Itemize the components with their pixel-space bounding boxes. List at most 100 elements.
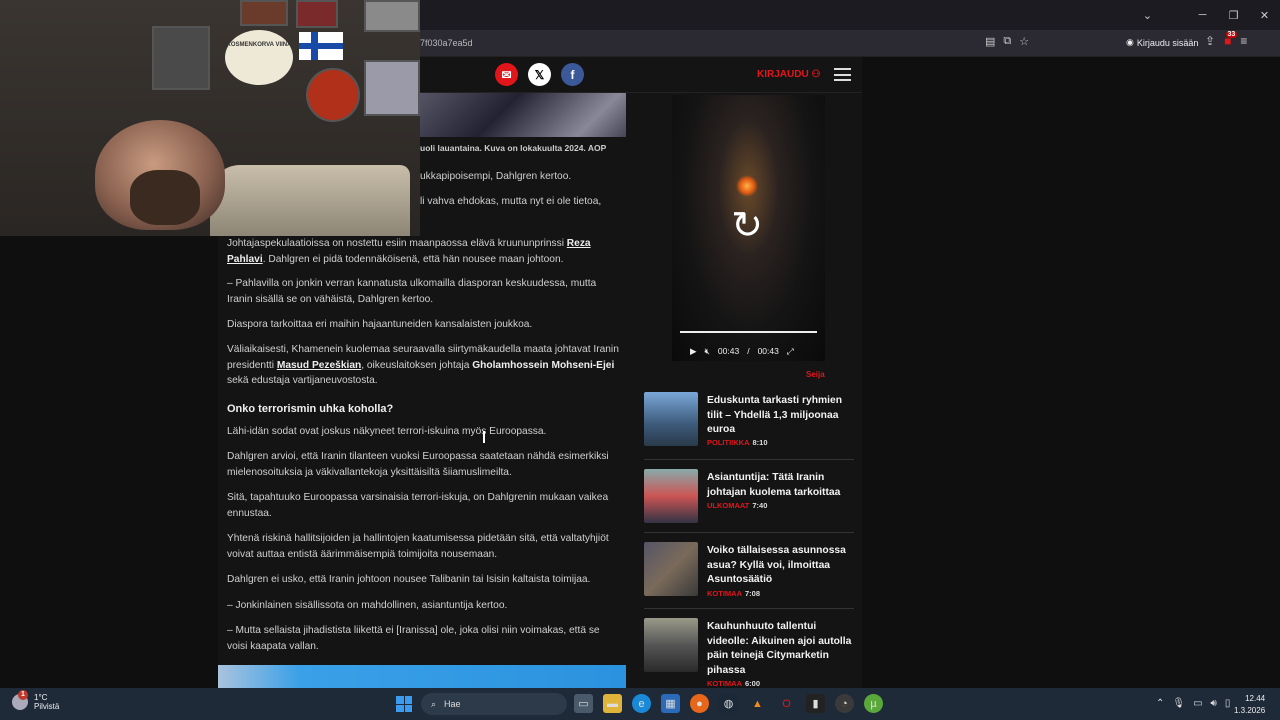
- share-x-button[interactable]: 𝕏: [528, 63, 551, 86]
- weather-badge: 1: [18, 690, 28, 700]
- paragraph-partial: ukkapipoisempi, Dahlgren kertoo.: [420, 171, 572, 182]
- store-icon[interactable]: ▦: [661, 694, 680, 713]
- webcam-overlay: KOSMENKORVA VIINA: [0, 0, 420, 236]
- news-thumbnail: [644, 618, 698, 672]
- terminal-icon[interactable]: ▮: [806, 694, 825, 713]
- divider: [644, 608, 854, 609]
- clock-time: 12.44: [1245, 694, 1266, 703]
- clock[interactable]: 12.44 1.3.2026: [1234, 693, 1265, 717]
- search-icon: ⌕: [431, 698, 437, 709]
- network-icon[interactable]: ▭: [1193, 698, 1202, 709]
- streamer-beard: [130, 170, 200, 225]
- tab-list-icon[interactable]: ⌄: [1132, 0, 1163, 30]
- paragraph: – Mutta sellaista jihadistista liikettä …: [227, 625, 600, 652]
- signin-button[interactable]: ◉ Kirjaudu sisään: [1126, 37, 1198, 48]
- bookmark-star-icon[interactable]: ☆: [1019, 35, 1029, 48]
- share-email-button[interactable]: ✉: [495, 63, 518, 86]
- firefox-icon[interactable]: ●: [690, 694, 709, 713]
- user-icon: ⚇: [811, 69, 821, 80]
- addon-icon[interactable]: ■ 33: [1224, 31, 1238, 48]
- video-progress-bar[interactable]: [680, 331, 817, 333]
- paragraph: – Pahlavilla on jonkin verran kannatusta…: [227, 278, 597, 305]
- paragraph: Lähi-idän sodat ovat joskus näkyneet ter…: [227, 426, 547, 437]
- video-player[interactable]: ↻ ▶ 🔇︎ 00:43 / 00:43 ⤢: [672, 95, 825, 361]
- paragraph: Dahlgren ei usko, että Iranin johtoon no…: [227, 574, 591, 585]
- wall-poster: [296, 0, 338, 28]
- wall-poster: [152, 26, 210, 90]
- article-image-bottom: [218, 665, 626, 688]
- wall-poster: [364, 60, 420, 116]
- mute-icon[interactable]: 🔇︎: [705, 346, 710, 357]
- video-time-separator: /: [747, 346, 750, 356]
- news-thumbnail: [644, 542, 698, 596]
- article-subheading: Onko terrorismin uhka koholla?: [227, 403, 394, 415]
- hamburger-menu-icon[interactable]: [834, 68, 851, 81]
- news-title[interactable]: Asiantuntija: Tätä Iranin johtajan kuole…: [707, 471, 852, 500]
- paragraph: Väliaikaisesti, Khamenein kuolemaa seura…: [227, 344, 619, 386]
- paragraph: Diaspora tarkoittaa eri maihin hajaantun…: [227, 319, 533, 330]
- reader-view-icon[interactable]: ▤: [985, 35, 995, 48]
- opera-icon[interactable]: O: [777, 694, 796, 713]
- microphone-icon[interactable]: 🎙︎: [1172, 698, 1185, 709]
- system-tray: ⌃ 🎙︎ ▭ 🔊︎ ▯: [1156, 698, 1230, 709]
- news-meta: KOTIMAA 7:08: [707, 589, 761, 598]
- blanket: [210, 165, 410, 236]
- chevron-up-icon[interactable]: ⌃: [1156, 698, 1164, 709]
- utorrent-icon[interactable]: µ: [864, 694, 883, 713]
- wall-sign: KOSMENKORVA VIINA: [225, 30, 293, 85]
- task-view-icon[interactable]: ▭: [574, 694, 593, 713]
- screenshot-icon[interactable]: ⧉: [1003, 35, 1011, 48]
- url-text[interactable]: 7f030a7ea5d: [420, 38, 473, 48]
- news-meta: ULKOMAAT 7:40: [707, 501, 768, 510]
- battery-icon[interactable]: ▯: [1225, 698, 1231, 709]
- extensions-icon[interactable]: ⇪: [1205, 34, 1215, 48]
- article-image: [420, 93, 626, 137]
- weather-temperature: 1°C: [34, 693, 48, 702]
- vlc-icon[interactable]: ▲: [748, 694, 767, 713]
- start-button[interactable]: [396, 696, 412, 712]
- paragraph: Yhtenä riskinä hallitsijoiden ja hallint…: [227, 533, 609, 560]
- divider: [644, 532, 854, 533]
- x-icon: 𝕏: [534, 67, 545, 82]
- sidebar: ↻ ▶ 🔇︎ 00:43 / 00:43 ⤢ Seija Eduskunta t…: [634, 93, 862, 688]
- edge-icon[interactable]: e: [632, 694, 651, 713]
- taskbar: 1 1°C Pilvistä ⌕ Hae ▭ ▬ e ▦ ● ◍ ▲ O ▮ ◔…: [0, 688, 1280, 720]
- maximize-icon[interactable]: ❐: [1218, 0, 1249, 30]
- paragraph: – Jonkinlainen sisällissota on mahdollin…: [227, 600, 508, 611]
- news-thumbnail: [644, 392, 698, 446]
- login-link[interactable]: KIRJAUDU ⚇: [757, 69, 820, 80]
- video-controls: ▶ 🔇︎ 00:43 / 00:43 ⤢: [672, 343, 825, 359]
- menu-icon[interactable]: ≡: [1240, 34, 1247, 48]
- app-icon[interactable]: ◔: [835, 694, 854, 713]
- taskbar-search[interactable]: ⌕ Hae: [421, 693, 567, 715]
- close-icon[interactable]: ✕: [1249, 0, 1280, 30]
- weather-condition: Pilvistä: [34, 702, 60, 711]
- fullscreen-icon[interactable]: ⤢: [787, 346, 794, 357]
- speaker-icon[interactable]: 🔊︎: [1211, 698, 1217, 709]
- news-title[interactable]: Kauhunhuuto tallentui videolle: Aikuinen…: [707, 620, 852, 678]
- facebook-icon: f: [570, 67, 575, 82]
- link-masud-pezeskian[interactable]: Masud Pezeškian: [277, 360, 361, 371]
- minimize-icon[interactable]: ─: [1187, 0, 1218, 30]
- news-meta: POLITIIKKA 8:10: [707, 438, 768, 447]
- finnish-flag: [299, 32, 343, 60]
- news-meta: KOTIMAA 6:00: [707, 679, 761, 688]
- wall-poster: [240, 0, 288, 26]
- video-duration: 00:43: [757, 346, 779, 356]
- signin-label: Kirjaudu sisään: [1136, 37, 1199, 48]
- file-explorer-icon[interactable]: ▬: [603, 694, 622, 713]
- account-icon: ◉: [1126, 37, 1134, 47]
- news-title[interactable]: Voiko tällaisessa asunnossa asua? Kyllä …: [707, 544, 852, 588]
- clock-date: 1.3.2026: [1234, 706, 1266, 715]
- replay-icon[interactable]: ↻: [726, 205, 768, 247]
- steam-icon[interactable]: ◍: [719, 694, 738, 713]
- weather-widget[interactable]: 1 1°C Pilvistä: [12, 690, 60, 711]
- text-cursor: [483, 431, 485, 443]
- wall-poster: [364, 0, 420, 32]
- mail-icon: ✉: [501, 67, 512, 82]
- news-title[interactable]: Eduskunta tarkasti ryhmien tilit – Yhdel…: [707, 394, 852, 438]
- video-current-time: 00:43: [717, 346, 740, 356]
- video-label[interactable]: Seija: [806, 370, 825, 379]
- play-icon[interactable]: ▶: [690, 346, 697, 357]
- share-facebook-button[interactable]: f: [561, 63, 584, 86]
